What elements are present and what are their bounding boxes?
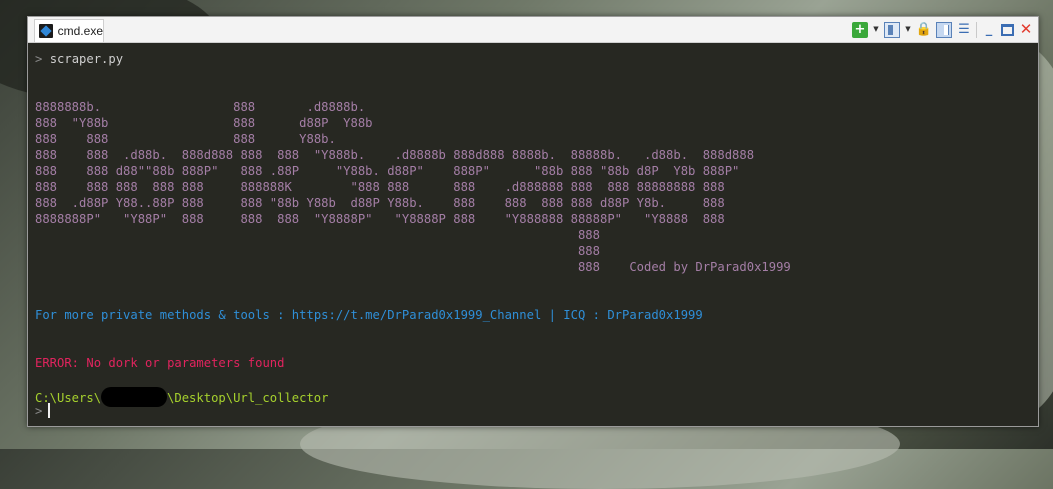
ascii-art-line: 888 888 888 888 888 888888K "888 888 888… bbox=[35, 180, 725, 194]
command-line: > scraper.py bbox=[35, 51, 123, 67]
ascii-art-line: 888 bbox=[35, 244, 600, 258]
console-window: cmd.exe + ▼ ▼ 🔒 ☰ _ ✕ > scraper.py 88888… bbox=[27, 16, 1039, 427]
redacted-username bbox=[101, 387, 168, 407]
ascii-art-line: 888 888 d88""88b 888P" 888 .88P "Y88b. d… bbox=[35, 164, 740, 178]
toolbar: + ▼ ▼ 🔒 ☰ _ ✕ bbox=[852, 20, 1034, 39]
tab-cmd[interactable]: cmd.exe bbox=[34, 19, 104, 42]
panel-icon[interactable] bbox=[884, 21, 900, 38]
split-view-icon[interactable] bbox=[936, 21, 952, 38]
console-output[interactable]: > scraper.py 8888888b. 888 .d8888b. 888 … bbox=[28, 43, 1038, 426]
error-message: ERROR: No dork or parameters found bbox=[35, 356, 285, 370]
maximize-icon[interactable] bbox=[1001, 23, 1014, 36]
dropdown-arrow-icon[interactable]: ▼ bbox=[872, 22, 880, 38]
prompt-chevron-icon: > bbox=[35, 404, 43, 418]
add-console-icon[interactable]: + bbox=[852, 21, 868, 38]
working-directory: C:\Users\ \Desktop\Url_collector bbox=[35, 387, 328, 407]
ascii-art-line: 8888888b. 888 .d8888b. bbox=[35, 100, 366, 114]
prompt-chevron-icon: > bbox=[35, 52, 43, 66]
ascii-art-line: 888 bbox=[35, 228, 600, 242]
ascii-art-line: 888 "Y88b 888 d88P Y88b bbox=[35, 116, 373, 130]
toolbar-divider bbox=[976, 21, 977, 38]
ascii-art-line: 888 .d88P Y88..88P 888 888 "88b Y88b d88… bbox=[35, 196, 725, 210]
lock-icon[interactable]: 🔒 bbox=[916, 22, 932, 38]
text-cursor bbox=[48, 403, 51, 418]
tab-title: cmd.exe bbox=[57, 24, 103, 38]
command-text: scraper.py bbox=[49, 52, 124, 66]
info-line: For more private methods & tools : https… bbox=[35, 308, 703, 322]
menu-icon[interactable]: ☰ bbox=[956, 22, 972, 38]
ascii-art-line: 888 888 888 Y88b. bbox=[35, 132, 336, 146]
console-app-icon bbox=[39, 24, 53, 38]
ascii-art-line: 888 888 .d88b. 888d888 888 888 "Y888b. .… bbox=[35, 148, 755, 162]
ascii-art-line: 888 Coded by DrParad0x1999 bbox=[35, 260, 791, 274]
input-line[interactable]: > bbox=[35, 403, 51, 419]
ascii-art-line: 8888888P" "Y88P" 888 888 888 "Y8888P" "Y… bbox=[35, 212, 725, 226]
minimize-icon[interactable]: _ bbox=[981, 22, 997, 38]
title-bar[interactable]: cmd.exe + ▼ ▼ 🔒 ☰ _ ✕ bbox=[28, 17, 1038, 43]
close-icon[interactable]: ✕ bbox=[1018, 22, 1034, 38]
dropdown-arrow-icon[interactable]: ▼ bbox=[904, 22, 912, 38]
path-suffix: \Desktop\Url_collector bbox=[167, 391, 329, 405]
